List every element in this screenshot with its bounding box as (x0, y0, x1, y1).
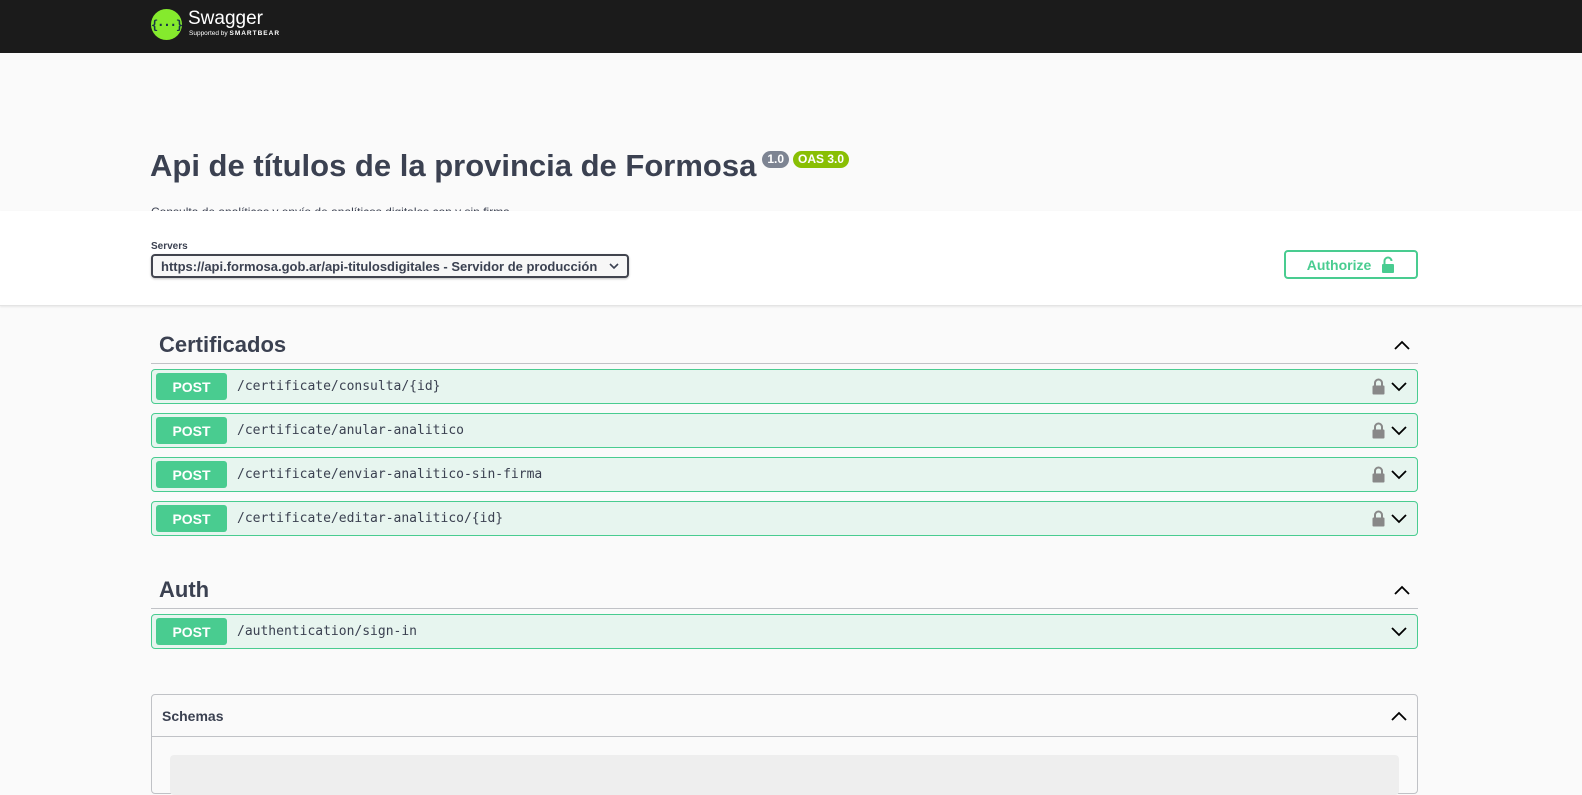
lock-icon[interactable] (1372, 466, 1385, 483)
schemas-section: Schemas (151, 694, 1418, 795)
operation-row[interactable]: POST /certificate/editar-analitico/{id} (151, 501, 1418, 536)
authorize-button[interactable]: Authorize (1284, 250, 1418, 279)
tag-title: Certificados (159, 331, 287, 357)
operation-path: /certificate/anular-analitico (237, 423, 464, 438)
chevron-down-icon[interactable] (1391, 381, 1407, 392)
method-badge: POST (156, 373, 227, 400)
chevron-down-icon[interactable] (1391, 425, 1407, 436)
chevron-up-icon[interactable] (1394, 585, 1410, 595)
tag-header-auth[interactable]: Auth (151, 571, 1418, 609)
chevron-down-icon[interactable] (1391, 626, 1407, 637)
api-info: Api de títulos de la provincia de Formos… (0, 53, 1582, 219)
chevron-down-icon[interactable] (1391, 513, 1407, 524)
schemas-title: Schemas (162, 707, 224, 724)
tag-section-certificados: Certificados POST /certificate/consulta/… (151, 326, 1418, 545)
operation-row[interactable]: POST /certificate/enviar-analitico-sin-f… (151, 457, 1418, 492)
operation-row[interactable]: POST /authentication/sign-in (151, 614, 1418, 649)
operation-path: /authentication/sign-in (237, 624, 418, 639)
operation-row[interactable]: POST /certificate/consulta/{id} (151, 369, 1418, 404)
method-badge: POST (156, 417, 227, 444)
method-badge: POST (156, 461, 227, 488)
chevron-up-icon[interactable] (1391, 711, 1407, 721)
lock-icon[interactable] (1372, 378, 1385, 395)
chevron-up-icon[interactable] (1394, 340, 1410, 350)
authorize-label: Authorize (1306, 256, 1372, 273)
tag-title: Auth (159, 576, 210, 602)
brand-name: Swagger (188, 8, 263, 30)
brand-sub: Supported by SMARTBEAR (189, 30, 281, 38)
operation-path: /certificate/enviar-analitico-sin-firma (237, 467, 543, 482)
page-title: Api de títulos de la provincia de Formos… (150, 148, 757, 183)
servers-selected-value: https://api.formosa.gob.ar/api-titulosdi… (161, 258, 598, 274)
unlock-icon (1381, 256, 1395, 274)
oas-badge: OAS 3.0 (793, 151, 850, 168)
lock-icon[interactable] (1372, 422, 1385, 439)
schemas-header[interactable]: Schemas (152, 695, 1417, 737)
swagger-logo[interactable]: {···} Swagger Supported by SMARTBEAR (151, 9, 280, 40)
topbar: {···} Swagger Supported by SMARTBEAR (0, 0, 1582, 53)
method-badge: POST (156, 505, 227, 532)
lock-icon[interactable] (1372, 510, 1385, 527)
servers-select[interactable]: https://api.formosa.gob.ar/api-titulosdi… (151, 254, 629, 278)
operation-row[interactable]: POST /certificate/anular-analitico (151, 413, 1418, 448)
chevron-down-icon[interactable] (1391, 469, 1407, 480)
method-badge: POST (156, 618, 227, 645)
swagger-logo-icon: {···} (151, 9, 183, 40)
operation-path: /certificate/consulta/{id} (237, 379, 441, 394)
servers-label: Servers (151, 241, 188, 252)
tag-section-auth: Auth POST /authentication/sign-in (151, 571, 1418, 658)
version-badge: 1.0 (762, 151, 790, 168)
chevron-down-icon (609, 262, 619, 270)
operation-path: /certificate/editar-analitico/{id} (237, 511, 504, 526)
tag-header-certificados[interactable]: Certificados (151, 326, 1418, 364)
schema-model-box[interactable] (170, 755, 1399, 795)
